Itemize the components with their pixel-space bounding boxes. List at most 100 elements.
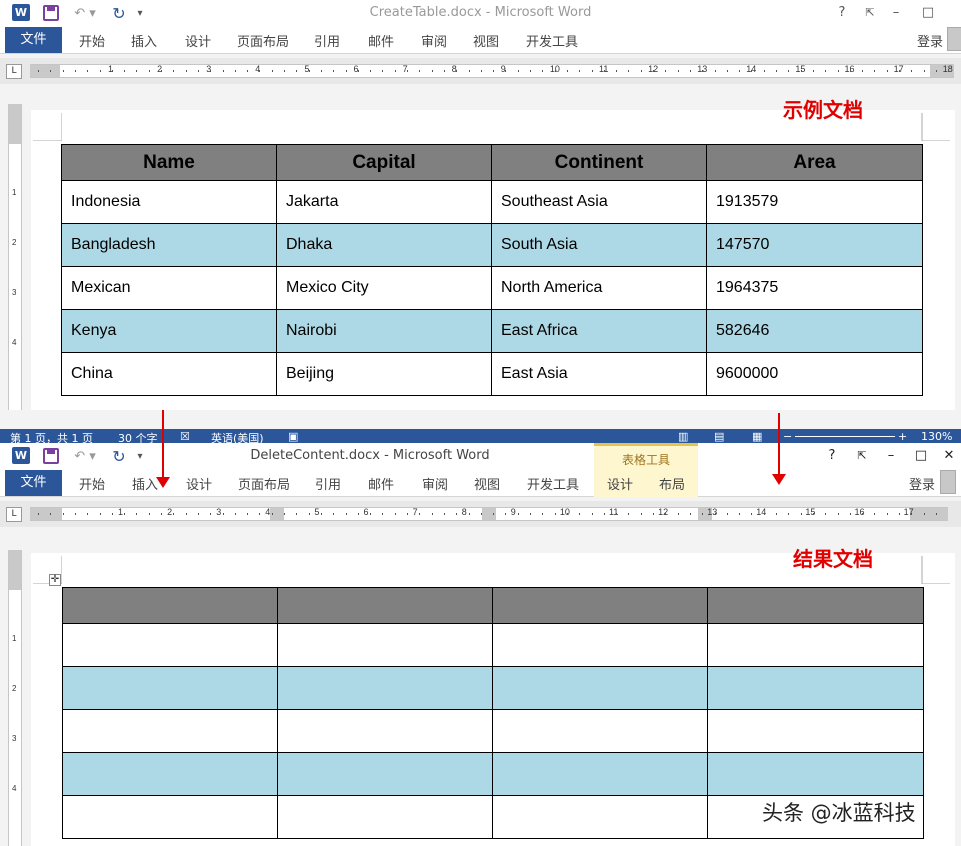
tab-table-layout[interactable]: 布局 [659, 474, 685, 493]
tab-design[interactable]: 设计 [186, 474, 212, 493]
tab-view[interactable]: 视图 [473, 31, 499, 50]
table-header-cell[interactable]: Capital [276, 144, 492, 181]
file-tab[interactable]: 文件 [5, 470, 62, 496]
close-icon[interactable]: ✕ [939, 446, 959, 466]
table-cell[interactable] [707, 752, 924, 796]
ribbon-display-icon[interactable]: ⇱ [852, 446, 872, 466]
table-cell[interactable] [277, 752, 493, 796]
table-cell[interactable] [277, 623, 493, 667]
proofing-icon[interactable]: ☒ [180, 430, 190, 443]
tab-insert[interactable]: 插入 [131, 31, 157, 50]
web-layout-icon[interactable]: ▦ [752, 430, 762, 443]
login-link[interactable]: 登录 [909, 474, 935, 493]
horizontal-ruler[interactable]: 1 2 3 4 5 6 7 8 9 10 11 12 13 14 15 16 17 18 [30, 64, 954, 78]
help-icon[interactable]: ? [822, 446, 842, 466]
table-cell[interactable]: Mexican [61, 266, 277, 310]
table-cell[interactable] [492, 666, 708, 710]
table-cell[interactable]: 147570 [706, 223, 923, 267]
table-cell[interactable] [277, 666, 493, 710]
table-cell[interactable]: Mexico City [276, 266, 492, 310]
table-header-cell[interactable] [492, 587, 708, 624]
zoom-out-icon[interactable]: − [783, 430, 792, 443]
maximize-icon[interactable]: □ [911, 446, 931, 466]
file-tab[interactable]: 文件 [5, 27, 62, 53]
table-cell[interactable]: Nairobi [276, 309, 492, 353]
table-cell[interactable]: Jakarta [276, 180, 492, 224]
word-count[interactable]: 30 个字 [118, 430, 158, 443]
table-cell[interactable] [62, 666, 278, 710]
tab-mailings[interactable]: 邮件 [368, 31, 394, 50]
tab-references[interactable]: 引用 [315, 474, 341, 493]
sample-table[interactable]: Name Capital Continent Area Indonesia Ja… [61, 144, 923, 396]
login-link[interactable]: 登录 [917, 31, 943, 50]
table-cell[interactable]: China [61, 352, 277, 396]
table-cell[interactable] [707, 666, 924, 710]
table-cell[interactable] [492, 795, 708, 839]
ribbon-display-icon[interactable]: ⇱ [860, 3, 880, 23]
table-cell[interactable] [62, 752, 278, 796]
table-cell[interactable] [62, 795, 278, 839]
table-cell[interactable]: Dhaka [276, 223, 492, 267]
table-cell[interactable]: 582646 [706, 309, 923, 353]
tab-home[interactable]: 开始 [79, 31, 105, 50]
tab-design[interactable]: 设计 [185, 31, 211, 50]
language-indicator[interactable]: 英语(美国) [211, 430, 264, 443]
tab-view[interactable]: 视图 [474, 474, 500, 493]
tab-developer[interactable]: 开发工具 [526, 31, 578, 50]
table-cell[interactable]: East Africa [491, 309, 707, 353]
table-cell[interactable] [707, 709, 924, 753]
table-cell[interactable]: North America [491, 266, 707, 310]
table-cell[interactable] [62, 709, 278, 753]
minimize-icon[interactable]: – [886, 3, 906, 23]
print-layout-icon[interactable]: ▤ [714, 430, 724, 443]
macro-icon[interactable]: ▣ [288, 430, 298, 443]
tab-references[interactable]: 引用 [314, 31, 340, 50]
table-cell[interactable]: 1913579 [706, 180, 923, 224]
horizontal-ruler[interactable]: 1 2 3 4 5 6 7 8 9 10 11 12 13 14 15 16 17 [30, 507, 948, 521]
table-cell[interactable] [277, 795, 493, 839]
table-cell[interactable]: Indonesia [61, 180, 277, 224]
table-cell[interactable] [492, 623, 708, 667]
table-cell[interactable] [707, 623, 924, 667]
table-cell[interactable]: Bangladesh [61, 223, 277, 267]
table-cell[interactable]: Kenya [61, 309, 277, 353]
table-cell[interactable] [492, 709, 708, 753]
vertical-ruler[interactable]: 1 2 3 4 [8, 550, 22, 846]
table-header-cell[interactable] [62, 587, 278, 624]
table-header-cell[interactable]: Name [61, 144, 277, 181]
table-cell[interactable] [277, 709, 493, 753]
table-cell[interactable]: East Asia [491, 352, 707, 396]
tab-developer[interactable]: 开发工具 [527, 474, 579, 493]
tab-stop-selector[interactable]: L [6, 507, 22, 522]
help-icon[interactable]: ? [832, 3, 852, 23]
maximize-icon[interactable]: □ [918, 3, 938, 23]
tab-review[interactable]: 审阅 [421, 31, 447, 50]
table-header-cell[interactable] [707, 587, 924, 624]
page-count[interactable]: 第 1 页，共 1 页 [10, 430, 93, 443]
avatar[interactable] [940, 470, 956, 494]
table-cell[interactable]: South Asia [491, 223, 707, 267]
tab-table-design[interactable]: 设计 [607, 474, 633, 493]
zoom-in-icon[interactable]: + [898, 430, 907, 443]
table-cell[interactable]: Beijing [276, 352, 492, 396]
avatar[interactable] [947, 27, 961, 51]
tab-home[interactable]: 开始 [79, 474, 105, 493]
tab-stop-selector[interactable]: L [6, 64, 22, 79]
tab-review[interactable]: 审阅 [422, 474, 448, 493]
zoom-slider[interactable] [795, 436, 895, 437]
tab-page-layout[interactable]: 页面布局 [237, 31, 289, 50]
minimize-icon[interactable]: – [881, 446, 901, 466]
table-cell[interactable] [492, 752, 708, 796]
table-cell[interactable]: 9600000 [706, 352, 923, 396]
table-header-cell[interactable]: Area [706, 144, 923, 181]
table-header-cell[interactable] [277, 587, 493, 624]
table-cell[interactable]: 1964375 [706, 266, 923, 310]
tab-page-layout[interactable]: 页面布局 [238, 474, 290, 493]
read-mode-icon[interactable]: ▥ [678, 430, 688, 443]
tab-insert[interactable]: 插入 [132, 474, 158, 493]
zoom-level[interactable]: 130% [921, 430, 952, 443]
tab-mailings[interactable]: 邮件 [368, 474, 394, 493]
table-cell[interactable]: Southeast Asia [491, 180, 707, 224]
table-header-cell[interactable]: Continent [491, 144, 707, 181]
table-cell[interactable] [62, 623, 278, 667]
